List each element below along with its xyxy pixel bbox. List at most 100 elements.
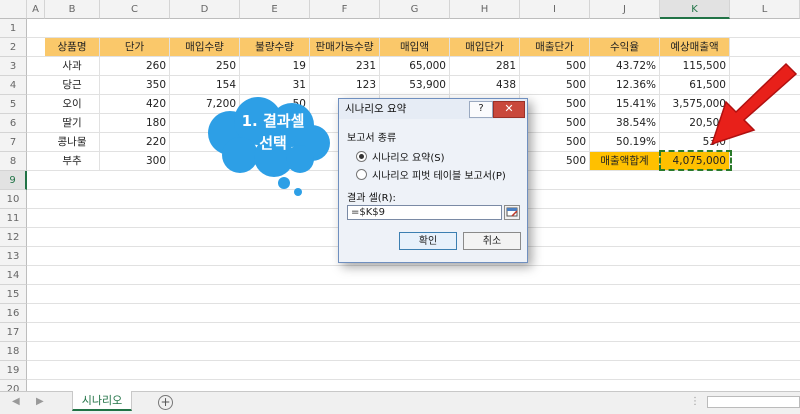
scroll-right-icon[interactable]: ▶	[36, 396, 44, 407]
table-cell[interactable]: 15.41%	[590, 95, 660, 114]
table-cell[interactable]: 500	[520, 133, 590, 152]
table-header-cell[interactable]: 매입수량	[170, 38, 240, 57]
row-header[interactable]: 2	[0, 38, 27, 57]
scroll-left-icon[interactable]: ◀	[12, 396, 20, 407]
column-header-a[interactable]: A	[27, 0, 45, 19]
table-header-cell[interactable]: 불량수량	[240, 38, 310, 57]
sheet-tab-bar: ◀ ▶ 시나리오 + ⋮	[0, 391, 800, 414]
result-cells-label: 결과 셀(R):	[347, 193, 396, 204]
row-header[interactable]: 17	[0, 323, 27, 342]
scenario-summary-dialog: 시나리오 요약 ? ✕ 보고서 종류 시나리오 요약(S) 시나리오 피벗 테이…	[338, 98, 528, 263]
table-cell[interactable]: 500	[520, 95, 590, 114]
table-cell[interactable]: 500	[520, 57, 590, 76]
row-header[interactable]: 4	[0, 76, 27, 95]
table-cell[interactable]: 260	[100, 57, 170, 76]
table-header-cell[interactable]: 판매가능수량	[310, 38, 380, 57]
row-header[interactable]: 8	[0, 152, 27, 171]
radio-selected-icon	[356, 151, 367, 162]
column-header-b[interactable]: B	[45, 0, 100, 19]
select-all-corner[interactable]	[0, 0, 27, 19]
radio-unselected-icon	[356, 169, 367, 180]
radio-pivot-label: 시나리오 피벗 테이블 보고서(P)	[372, 171, 506, 182]
table-cell[interactable]: 31	[240, 76, 310, 95]
column-header-g[interactable]: G	[380, 0, 450, 19]
table-cell[interactable]: 350	[100, 76, 170, 95]
total-label-cell[interactable]: 매출액합계	[590, 152, 660, 171]
row-header[interactable]: 16	[0, 304, 27, 323]
row-header[interactable]: 14	[0, 266, 27, 285]
callout-text: 1. 결과셀 선택	[228, 110, 318, 154]
column-header-k[interactable]: K	[660, 0, 730, 19]
collapse-dialog-button[interactable]	[504, 205, 520, 220]
table-cell[interactable]: 123	[310, 76, 380, 95]
table-header-cell[interactable]: 매입단가	[450, 38, 520, 57]
row-header[interactable]: 18	[0, 342, 27, 361]
ok-button[interactable]: 확인	[399, 232, 457, 250]
row-header[interactable]: 7	[0, 133, 27, 152]
row-header[interactable]: 19	[0, 361, 27, 380]
table-header-cell[interactable]: 상품명	[45, 38, 100, 57]
table-cell[interactable]: 오이	[45, 95, 100, 114]
table-cell[interactable]: 154	[170, 76, 240, 95]
table-cell[interactable]: 53,900	[380, 76, 450, 95]
row-header[interactable]: 1	[0, 19, 27, 38]
table-cell[interactable]: 50.19%	[590, 133, 660, 152]
close-button[interactable]: ✕	[493, 101, 525, 118]
row-header[interactable]: 3	[0, 57, 27, 76]
column-header-j[interactable]: J	[590, 0, 660, 19]
table-cell[interactable]: 65,000	[380, 57, 450, 76]
table-cell[interactable]: 부추	[45, 152, 100, 171]
callout-line1: 1. 결과셀	[241, 112, 305, 130]
column-header-h[interactable]: H	[450, 0, 520, 19]
result-cells-input[interactable]: =$K$9	[347, 205, 502, 220]
row-header[interactable]: 9	[0, 171, 27, 190]
row-header[interactable]: 12	[0, 228, 27, 247]
column-header-c[interactable]: C	[100, 0, 170, 19]
table-cell[interactable]: 500	[520, 76, 590, 95]
column-header-l[interactable]: L	[730, 0, 800, 19]
table-cell[interactable]: 19	[240, 57, 310, 76]
column-header-i[interactable]: I	[520, 0, 590, 19]
table-cell[interactable]: 딸기	[45, 114, 100, 133]
table-cell[interactable]: 38.54%	[590, 114, 660, 133]
row-header[interactable]: 15	[0, 285, 27, 304]
table-cell[interactable]: 당근	[45, 76, 100, 95]
table-cell[interactable]: 438	[450, 76, 520, 95]
row-header[interactable]: 13	[0, 247, 27, 266]
table-header-cell[interactable]: 매입액	[380, 38, 450, 57]
more-icon[interactable]: ⋮	[690, 396, 700, 407]
table-header-cell[interactable]: 매출단가	[520, 38, 590, 57]
table-header-cell[interactable]: 수익율	[590, 38, 660, 57]
table-cell[interactable]: 231	[310, 57, 380, 76]
row-header[interactable]: 5	[0, 95, 27, 114]
add-sheet-icon[interactable]: +	[158, 395, 173, 410]
table-cell[interactable]: 12.36%	[590, 76, 660, 95]
table-cell[interactable]: 180	[100, 114, 170, 133]
selected-cell-marquee	[659, 150, 732, 171]
column-header-e[interactable]: E	[240, 0, 310, 19]
table-header-cell[interactable]: 예상매출액	[660, 38, 730, 57]
horizontal-scrollbar[interactable]	[707, 396, 800, 408]
table-cell[interactable]: 300	[100, 152, 170, 171]
table-cell[interactable]: 250	[170, 57, 240, 76]
table-cell[interactable]: 43.72%	[590, 57, 660, 76]
sheet-tab-scenario[interactable]: 시나리오	[72, 391, 132, 411]
row-header[interactable]: 6	[0, 114, 27, 133]
row-header[interactable]: 10	[0, 190, 27, 209]
table-cell[interactable]: 500	[520, 152, 590, 171]
radio-scenario-summary[interactable]: 시나리오 요약(S)	[356, 149, 445, 164]
table-cell[interactable]: 콩나물	[45, 133, 100, 152]
red-arrow-icon	[710, 62, 798, 146]
table-cell[interactable]: 220	[100, 133, 170, 152]
table-cell[interactable]: 사과	[45, 57, 100, 76]
column-header-d[interactable]: D	[170, 0, 240, 19]
table-cell[interactable]: 281	[450, 57, 520, 76]
help-button[interactable]: ?	[469, 101, 493, 118]
radio-pivot-report[interactable]: 시나리오 피벗 테이블 보고서(P)	[356, 167, 506, 182]
row-header[interactable]: 11	[0, 209, 27, 228]
column-header-f[interactable]: F	[310, 0, 380, 19]
table-cell[interactable]: 420	[100, 95, 170, 114]
cancel-button[interactable]: 취소	[463, 232, 521, 250]
table-header-cell[interactable]: 단가	[100, 38, 170, 57]
table-cell[interactable]: 500	[520, 114, 590, 133]
